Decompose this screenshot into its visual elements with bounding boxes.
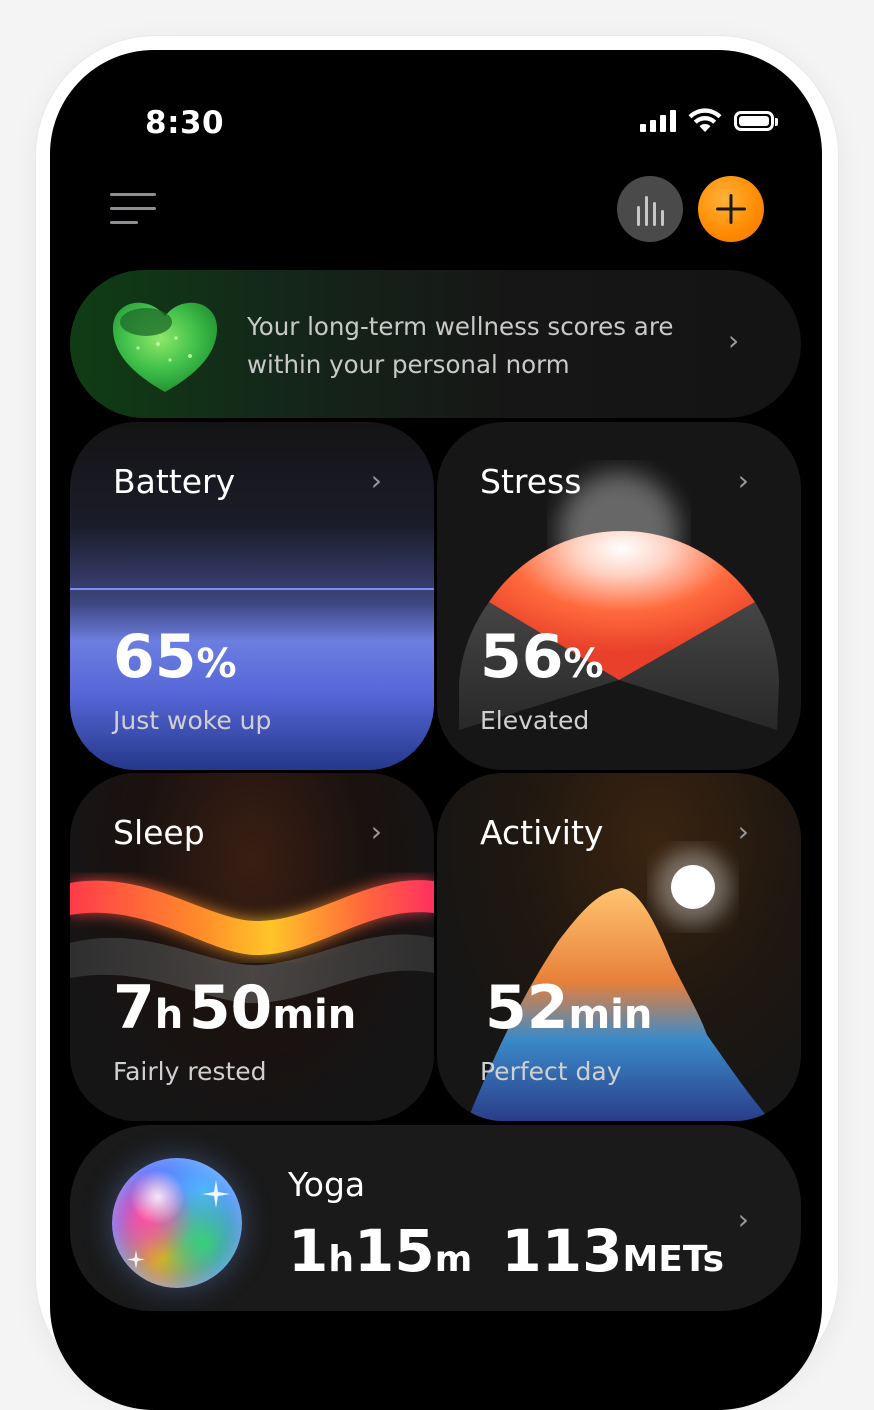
bar-chart-icon [637,196,664,226]
chevron-right-icon: › [737,815,749,848]
activity-card[interactable]: Activity › 52min Perfect day [437,773,801,1121]
chevron-right-icon: › [737,464,749,497]
battery-title: Battery [113,462,236,501]
activity-status: Perfect day [480,1057,622,1086]
sleep-status: Fairly rested [113,1057,267,1086]
chevron-right-icon: › [737,1203,749,1236]
signal-icon [640,110,676,132]
activity-title: Activity [480,813,604,852]
wifi-icon [688,108,722,132]
battery-value: 65% [113,622,237,692]
app-screen: 8:30 Your long-term wellness scores are … [50,50,822,1410]
sleep-card[interactable]: Sleep › 7h 50min Fairly rested [70,773,434,1121]
battery-card[interactable]: Battery › 65% Just woke up [70,422,434,770]
wellness-banner[interactable]: Your long-term wellness scores are withi… [70,270,801,418]
stress-card[interactable]: Stress › 56% Elevated [437,422,801,770]
plus-icon [716,194,746,224]
status-time: 8:30 [145,105,225,141]
chevron-right-icon: › [728,324,740,357]
battery-status: Just woke up [113,706,272,735]
chevron-right-icon: › [370,464,382,497]
chevron-right-icon: › [370,815,382,848]
yoga-card[interactable]: Yoga 1h15m 113METs › [70,1125,801,1311]
banner-text: Your long-term wellness scores are withi… [247,312,674,379]
yoga-title: Yoga [288,1165,366,1204]
stats-button[interactable] [617,176,683,242]
stress-title: Stress [480,462,582,501]
activity-value: 52min [485,973,653,1043]
status-icons [640,108,778,134]
stress-value: 56% [480,622,604,692]
sleep-title: Sleep [113,813,205,852]
add-button[interactable] [698,176,764,242]
yoga-orb-icon [112,1158,242,1288]
battery-level-edge [70,588,434,590]
heart-icon [112,302,218,392]
sleep-value: 7h 50min [113,973,357,1043]
stress-status: Elevated [480,706,590,735]
yoga-stats: 1h15m 113METs [288,1217,725,1285]
menu-icon[interactable] [110,193,156,225]
battery-status-icon [734,111,778,131]
